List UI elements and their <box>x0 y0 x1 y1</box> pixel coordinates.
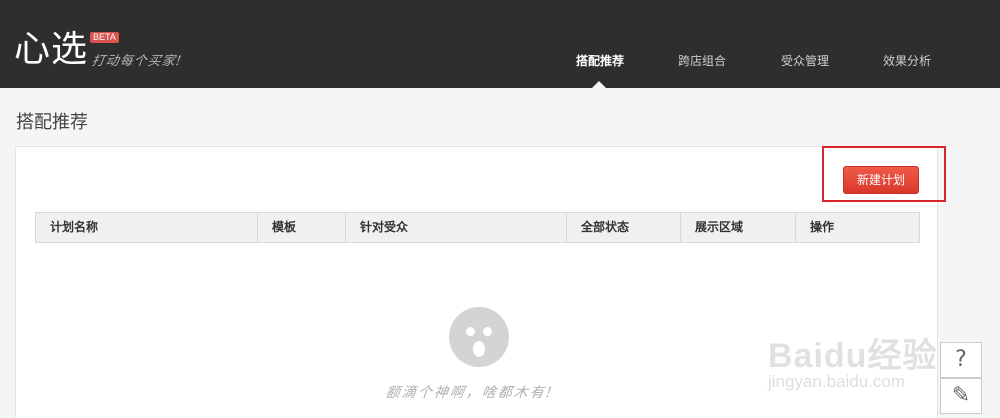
right-eye <box>483 327 492 336</box>
help-button[interactable]: ? <box>940 342 982 378</box>
column-template: 模板 <box>258 213 346 242</box>
app-logo[interactable]: 心选 <box>14 30 88 70</box>
column-actions: 操作 <box>810 220 835 234</box>
nav-tab-analysis[interactable]: 效果分析 <box>883 52 931 69</box>
annotation-highlight-box <box>822 146 946 202</box>
slogan: 打动每个买家! <box>90 54 184 69</box>
nav-tab-cross-store[interactable]: 跨店组合 <box>678 52 726 69</box>
baidu-jingyan-watermark: Baidu经验 <box>768 337 938 375</box>
column-target-audience: 针对受众 <box>346 213 567 242</box>
plan-table-header: 计划名称 模板 针对受众 全部状态 展示区域 操作 <box>35 212 920 243</box>
watermark-url: jingyan.baidu.com <box>768 372 906 391</box>
column-display-area: 展示区域 <box>681 213 796 242</box>
pencil-icon: ✎ <box>951 383 971 408</box>
left-eye <box>466 327 475 336</box>
column-status-filter[interactable]: 全部状态 <box>567 213 681 242</box>
feedback-edit-button[interactable]: ✎ <box>940 378 982 414</box>
column-plan-name: 计划名称 <box>36 213 258 242</box>
nav-tab-audience[interactable]: 受众管理 <box>781 52 829 69</box>
beta-badge: BETA <box>90 32 119 43</box>
active-tab-indicator <box>592 81 606 88</box>
top-navigation-bar: 心选 BETA 打动每个买家! 搭配推荐 跨店组合 受众管理 效果分析 <box>0 0 1000 88</box>
nav-tab-match-recommend[interactable]: 搭配推荐 <box>576 52 624 69</box>
mouth <box>473 341 485 357</box>
empty-state-message: 额滴个神啊，啥都木有! <box>384 385 555 401</box>
question-icon: ? <box>955 347 967 372</box>
page-title: 搭配推荐 <box>16 112 88 133</box>
surprised-face-icon <box>449 307 509 367</box>
